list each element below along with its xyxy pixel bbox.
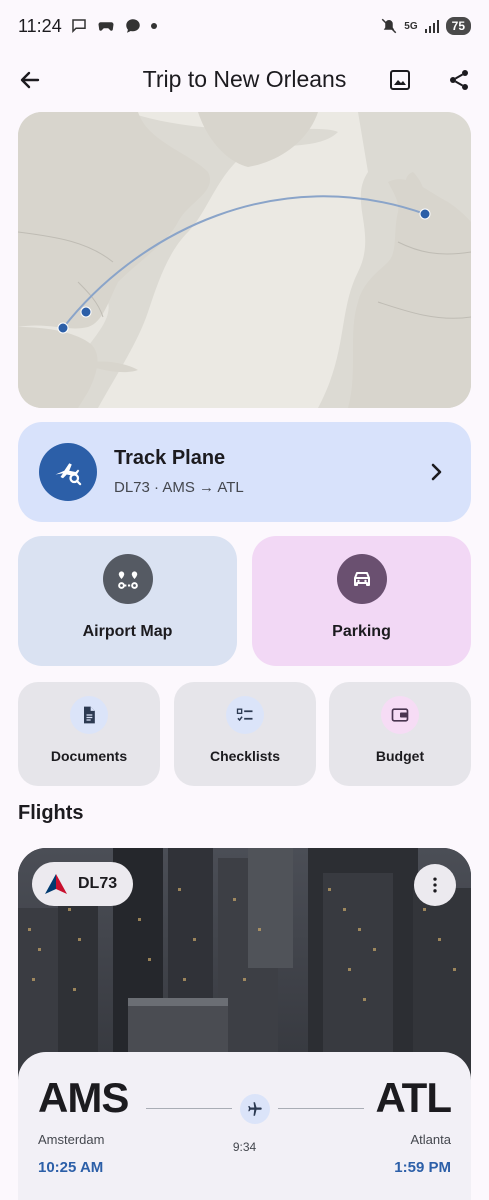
- budget-label: Budget: [375, 748, 425, 764]
- arrival-city: Atlanta: [410, 1132, 451, 1147]
- track-plane-icon-circle: [39, 443, 97, 501]
- map-pin-atlanta: [80, 306, 92, 318]
- network-type: 5G: [404, 20, 418, 32]
- message-icon: [125, 19, 140, 33]
- parking-button[interactable]: Parking: [252, 536, 471, 666]
- status-time: 11:24: [18, 15, 62, 36]
- airport-map-button[interactable]: Airport Map: [18, 536, 237, 666]
- flights-section-title: Flights: [18, 802, 84, 824]
- checklists-icon-circle: [226, 696, 264, 734]
- signal-icon: [424, 20, 439, 33]
- departure-time: 10:25 AM: [38, 1159, 104, 1176]
- wallet-icon: [391, 708, 409, 722]
- route-map[interactable]: [18, 112, 471, 408]
- dot-icon: [150, 23, 157, 29]
- flight-card[interactable]: DL73 AMS ATL 9:34 Amsterdam Atlanta 10:2…: [18, 848, 471, 1200]
- status-right: 5G 75: [380, 17, 471, 35]
- flight-search-icon: [55, 463, 82, 486]
- car-icon: [354, 572, 370, 586]
- document-icon: [84, 706, 95, 724]
- documents-icon-circle: [70, 696, 108, 734]
- map-pin-amsterdam: [419, 208, 431, 220]
- more-vert-icon: [433, 877, 437, 893]
- parking-label: Parking: [332, 623, 391, 640]
- arrival-time: 1:59 PM: [394, 1159, 451, 1176]
- departure-airport-code: AMS: [38, 1074, 129, 1121]
- flight-more-button[interactable]: [414, 864, 456, 906]
- map-pin-new-orleans: [57, 322, 69, 334]
- change-image-button[interactable]: [384, 64, 416, 96]
- route-line-right: [278, 1108, 364, 1109]
- airport-map-label: Airport Map: [82, 623, 173, 640]
- flight-number-chip: DL73: [32, 862, 134, 906]
- route-line-left: [146, 1108, 232, 1109]
- plane-icon-circle: [240, 1094, 270, 1124]
- airline-logo-icon: [45, 874, 67, 894]
- chevron-right-icon: [431, 463, 442, 481]
- status-left: 11:24: [18, 16, 158, 37]
- arrival-airport-code: ATL: [375, 1074, 452, 1121]
- share-button[interactable]: [443, 64, 475, 96]
- checklists-label: Checklists: [209, 748, 281, 764]
- battery-indicator: 75: [445, 17, 471, 35]
- airplane-icon: [248, 1102, 262, 1116]
- flight-number: DL73: [78, 875, 118, 892]
- checklist-icon: [236, 708, 253, 722]
- documents-button[interactable]: Documents: [18, 682, 160, 786]
- track-plane-card[interactable]: Track Plane DL73 · AMS → ATL: [18, 422, 471, 522]
- track-plane-subtitle: DL73 · AMS → ATL: [114, 479, 244, 496]
- departure-city: Amsterdam: [38, 1132, 105, 1147]
- track-plane-title: Track Plane: [114, 447, 226, 469]
- route-icon: [118, 571, 138, 589]
- mute-icon: [382, 18, 397, 34]
- documents-label: Documents: [50, 748, 128, 764]
- checklists-button[interactable]: Checklists: [174, 682, 316, 786]
- share-icon: [450, 70, 468, 90]
- top-app-bar: Trip to New Orleans: [0, 52, 489, 108]
- flight-route-panel: AMS ATL 9:34 Amsterdam Atlanta 10:25 AM …: [18, 1052, 471, 1200]
- airport-map-icon-circle: [103, 554, 153, 604]
- parking-icon-circle: [337, 554, 387, 604]
- budget-icon-circle: [381, 696, 419, 734]
- route-map-graphic: [18, 112, 471, 408]
- image-icon: [390, 70, 410, 90]
- chat-bubble-icon: [71, 19, 86, 34]
- gamepad-icon: [98, 22, 114, 31]
- budget-button[interactable]: Budget: [329, 682, 471, 786]
- status-bar: 11:24 5G 75: [0, 0, 489, 52]
